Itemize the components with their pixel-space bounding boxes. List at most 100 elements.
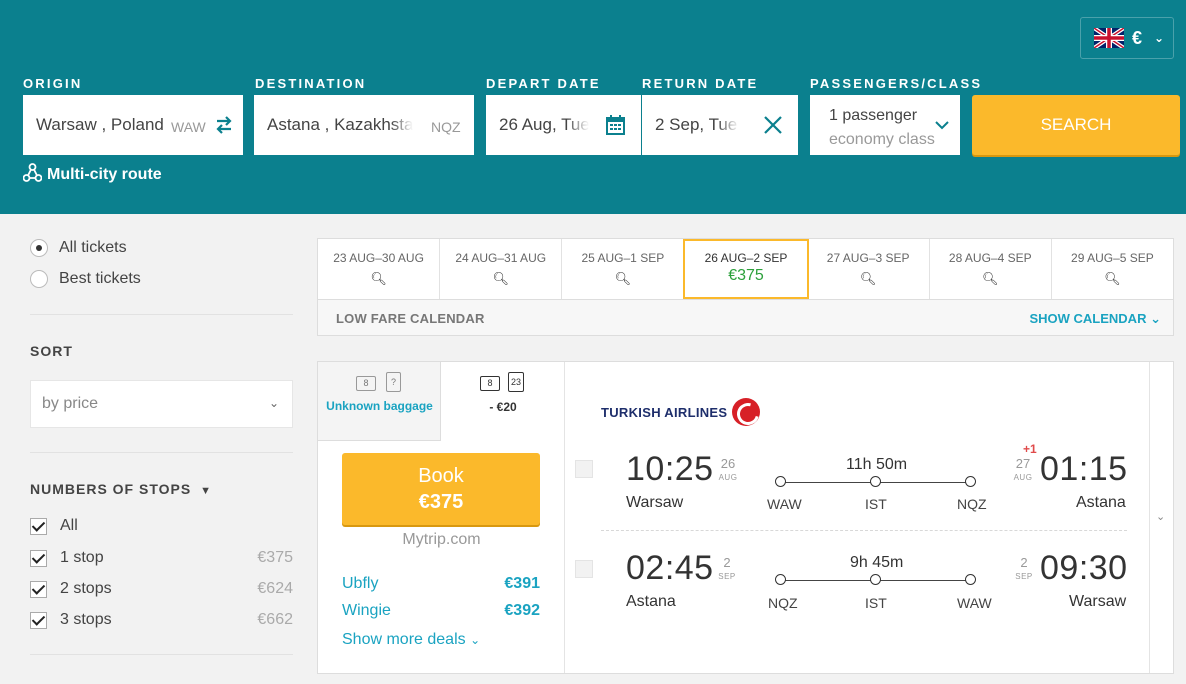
baggage-tab-included[interactable]: 8 23 - €20 [441,362,565,441]
destination-code: NQZ [431,119,461,135]
passengers-class-field[interactable]: 1 passenger economy class [810,95,960,155]
show-calendar-link[interactable]: SHOW CALENDAR ⌄ [1029,311,1161,327]
chevron-down-icon [935,117,949,135]
checkbox[interactable] [30,611,47,629]
depart-date-input[interactable]: 26 Aug, Tue [499,115,589,135]
swap-icon[interactable] [214,114,234,141]
checkbox[interactable] [30,580,47,598]
passenger-count: 1 passenger [829,107,918,124]
deal-vendor[interactable]: Ubfly [342,575,378,593]
date-option-selected[interactable]: 26 AUG–2 SEP €375 [683,239,809,299]
search-button[interactable]: SEARCH [972,95,1180,155]
baggage-tab-unknown[interactable]: 8 ? Unknown baggage [318,362,441,441]
radio-selected[interactable] [30,239,48,257]
checked-bag-icon: ? [386,372,401,392]
baggage-tab-price: - €20 [489,400,517,414]
airport-code: NQZ [957,496,987,512]
checkbox[interactable] [30,549,47,567]
date-option[interactable]: 28 AUG–4 SEP 🔍︎ [930,239,1052,299]
airline-name: TURKISH AIRLINES [601,404,728,420]
airport-code: IST [865,496,887,512]
airport-code: NQZ [768,595,798,611]
checkbox[interactable] [30,517,47,535]
stops-option-all[interactable]: All [30,517,293,535]
departure-time: 02:45 [626,549,714,587]
language-currency-selector[interactable]: € ⌄ [1080,17,1174,59]
turkish-airlines-logo-icon [732,398,761,426]
chevron-down-icon: ⌄ [268,396,279,410]
date-option[interactable]: 24 AUG–31 AUG 🔍︎ [440,239,563,299]
expand-details-toggle[interactable]: ⌄ [1149,362,1173,673]
multi-city-route-link[interactable]: Multi-city route [22,163,162,187]
stops-option-3[interactable]: 3 stops €662 [30,611,293,629]
date-option[interactable]: 29 AUG–5 SEP 🔍︎ [1052,239,1173,299]
date-option[interactable]: 25 AUG–1 SEP 🔍︎ [562,239,685,299]
calendar-icon[interactable] [606,115,625,140]
book-button[interactable]: Book €375 [342,453,540,525]
booking-panel: 8 ? Unknown baggage 8 23 - €20 Book €375… [318,362,565,673]
chevron-down-icon: ⌄ [1154,31,1165,45]
flight-duration: 9h 45m [850,554,904,571]
date-option[interactable]: 27 AUG–3 SEP 🔍︎ [808,239,930,299]
return-date-field[interactable]: 2 Sep, Tue [642,95,798,155]
low-fare-calendar-label: LOW FARE CALENDAR [336,311,485,326]
origin-input[interactable]: Warsaw , Poland [36,115,186,135]
deal-price[interactable]: €391 [504,575,540,593]
date-option[interactable]: 23 AUG–30 AUG 🔍︎ [318,239,441,299]
airport-code: WAW [767,496,802,512]
return-date-label: RETURN DATE [642,76,759,91]
search-icon: 🔍︎ [982,271,999,286]
stops-option-2[interactable]: 2 stops €624 [30,580,293,598]
carry-on-bag-icon: 8 [480,376,500,391]
baggage-tab-label: Unknown baggage [326,399,433,413]
stops-option-label: 3 stops [60,611,112,628]
return-date-input[interactable]: 2 Sep, Tue [655,115,739,135]
clear-icon[interactable] [762,114,784,141]
date-range: 29 AUG–5 SEP [1071,251,1154,265]
origin-label: ORIGIN [23,76,83,91]
carry-on-bag-icon: 8 [356,376,376,391]
arrival-date: 27 AUG [1013,456,1033,483]
deal-row[interactable]: Ubfly €391 [342,575,540,593]
route-icon [22,163,43,187]
date-range: 28 AUG–4 SEP [948,251,1032,265]
stops-option-label: 2 stops [60,580,112,597]
stops-option-label: 1 stop [60,549,104,566]
filter-best-tickets[interactable]: Best tickets [30,270,141,288]
origin-field[interactable]: Warsaw , Poland WAW [23,95,243,155]
stops-option-price: €624 [257,580,293,597]
departure-date: 2 SEP [718,555,736,582]
segment-divider [601,530,1127,531]
date-range: 23 AUG–30 AUG [333,251,424,265]
date-range: 25 AUG–1 SEP [581,251,665,265]
date-range: 26 AUG–2 SEP [704,251,788,265]
deal-row[interactable]: Wingie €392 [342,602,540,620]
deal-vendor[interactable]: Wingie [342,602,391,620]
deal-price[interactable]: €392 [504,602,540,620]
arrival-city: Warsaw [1069,593,1127,610]
uk-flag-icon [1094,28,1124,48]
sort-select[interactable]: by price ⌄ [30,380,293,428]
show-more-deals-link[interactable]: Show more deals ⌄ [342,631,480,649]
segment-select-checkbox[interactable] [575,560,593,578]
filter-all-tickets-label: All tickets [59,239,127,256]
departure-time: 10:25 [626,450,714,488]
filter-all-tickets[interactable]: All tickets [30,239,127,257]
destination-field[interactable]: Astana , Kazakhstan NQZ [254,95,474,155]
airport-code: WAW [957,595,992,611]
search-icon: 🔍︎ [859,271,877,286]
segment-select-checkbox[interactable] [575,460,593,478]
caret-down-icon: ▼ [200,485,212,497]
departure-city: Astana [626,593,676,610]
chevron-down-icon: ⌄ [470,633,481,647]
depart-date-label: DEPART DATE [486,76,601,91]
stop-node [775,476,786,487]
stops-option-1[interactable]: 1 stop €375 [30,549,293,567]
radio-unselected[interactable] [30,270,48,288]
depart-date-field[interactable]: 26 Aug, Tue [486,95,641,155]
stops-filter-label[interactable]: NUMBERS OF STOPS ▼ [30,481,212,497]
destination-input[interactable]: Astana , Kazakhstan [267,115,413,135]
stop-node [775,574,786,585]
filter-best-tickets-label: Best tickets [59,270,141,287]
date-price: €375 [728,267,764,284]
